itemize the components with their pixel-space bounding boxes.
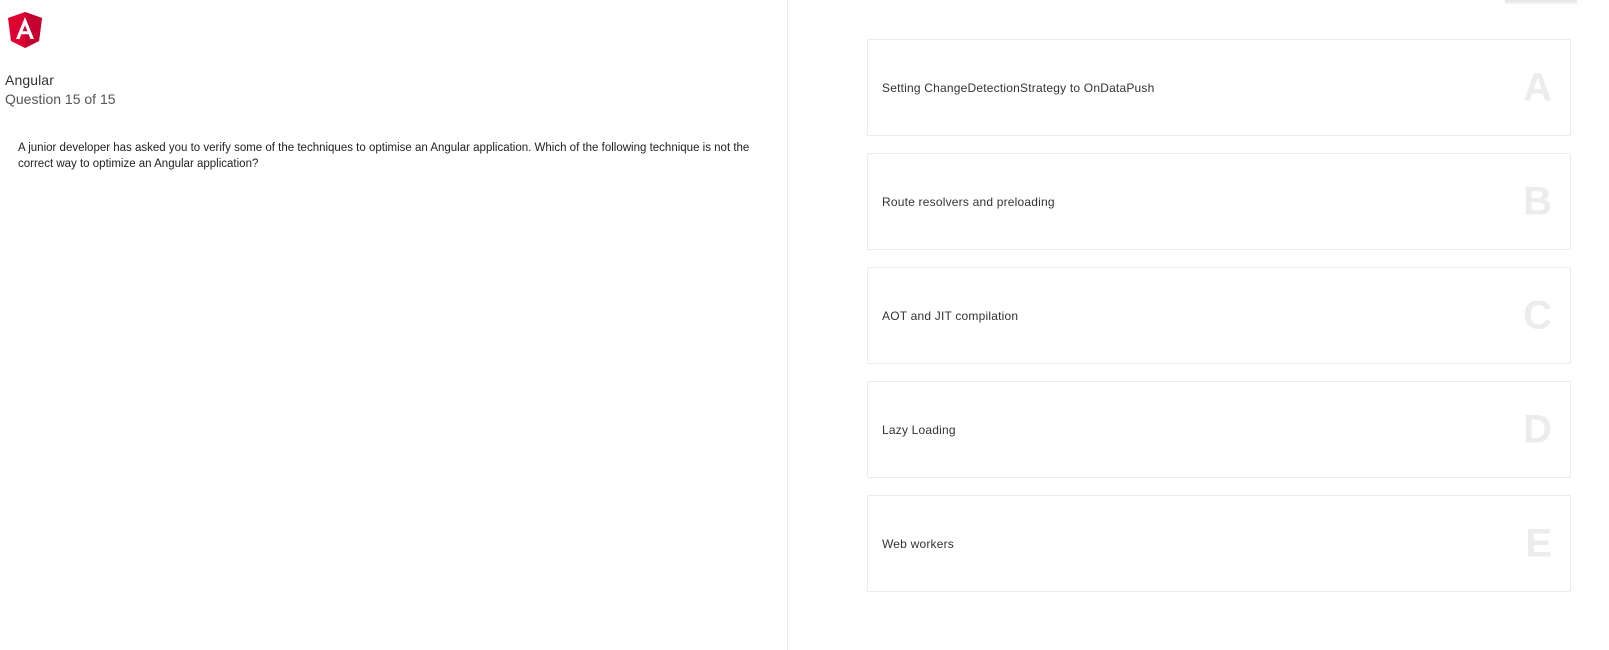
quiz-page: Angular Question 15 of 15 A junior devel… <box>0 0 1609 650</box>
question-counter: Question 15 of 15 <box>5 91 116 107</box>
answer-option-e[interactable]: Web workers E <box>867 495 1571 592</box>
top-tab[interactable] <box>1505 0 1577 2</box>
option-letter: E <box>1525 521 1552 565</box>
option-label: Route resolvers and preloading <box>882 194 1055 209</box>
option-letter: C <box>1523 293 1552 337</box>
answer-options: Setting ChangeDetectionStrategy to OnDat… <box>867 39 1571 609</box>
option-label: Lazy Loading <box>882 422 956 437</box>
course-title: Angular <box>5 72 54 88</box>
question-text: A junior developer has asked you to veri… <box>18 142 750 170</box>
option-label: Setting ChangeDetectionStrategy to OnDat… <box>882 80 1155 95</box>
answer-option-d[interactable]: Lazy Loading D <box>867 381 1571 478</box>
option-label: Web workers <box>882 536 954 551</box>
angular-logo-icon <box>8 12 42 48</box>
option-letter: D <box>1523 407 1552 451</box>
answer-option-a[interactable]: Setting ChangeDetectionStrategy to OnDat… <box>867 39 1571 136</box>
option-label: AOT and JIT compilation <box>882 308 1019 323</box>
question-pane: Angular Question 15 of 15 A junior devel… <box>0 0 788 650</box>
option-letter: B <box>1523 179 1552 223</box>
answer-option-b[interactable]: Route resolvers and preloading B <box>867 153 1571 250</box>
option-letter: A <box>1523 65 1552 109</box>
answer-option-c[interactable]: AOT and JIT compilation C <box>867 267 1571 364</box>
